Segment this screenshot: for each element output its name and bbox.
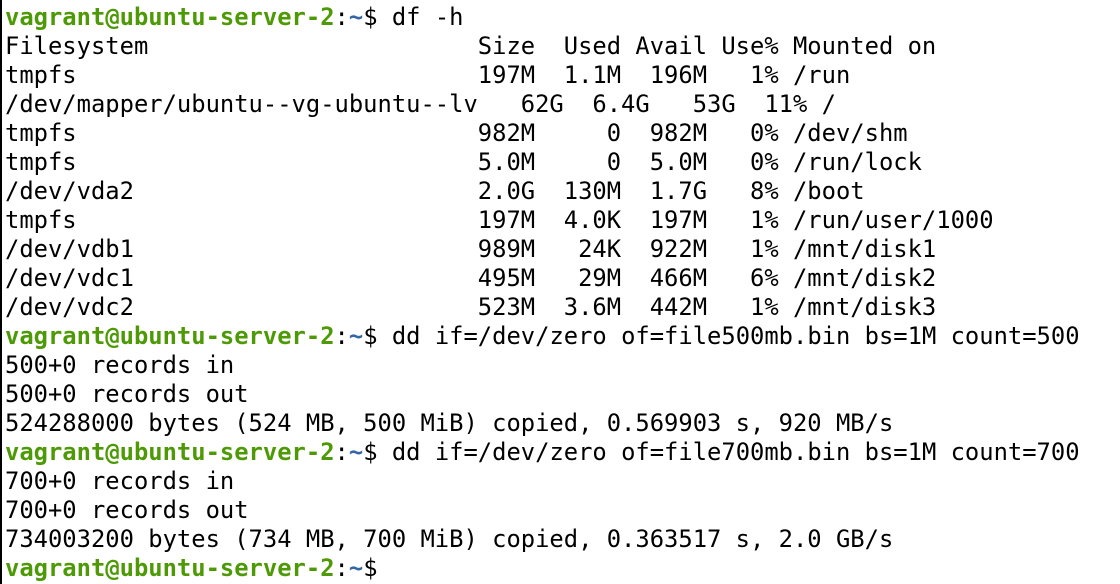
df-row: /dev/vda2 2.0G 130M 1.7G 8% /boot	[5, 177, 865, 205]
output-line: 734003200 bytes (734 MB, 700 MiB) copied…	[5, 525, 894, 553]
command-text: dd if=/dev/zero of=file500mb.bin bs=1M c…	[391, 322, 1080, 350]
prompt-separator: :	[334, 554, 349, 582]
cursor[interactable]	[392, 556, 406, 580]
prompt-path: ~	[348, 438, 364, 466]
prompt-line: vagrant@ubuntu-server-2:~$ df -h	[5, 3, 1080, 32]
prompt-dollar: $	[363, 554, 392, 582]
df-row: /dev/mapper/ubuntu--vg-ubuntu--lv 62G 6.…	[5, 90, 836, 118]
prompt-line: vagrant@ubuntu-server-2:~$ dd if=/dev/ze…	[5, 322, 1080, 351]
prompt-path: ~	[348, 554, 364, 582]
prompt-dollar: $	[363, 438, 392, 466]
output-line: 524288000 bytes (524 MB, 500 MiB) copied…	[5, 409, 894, 437]
df-row: /dev/vdb1 989M 24K 922M 1% /mnt/disk1	[5, 235, 937, 263]
command-text: dd if=/dev/zero of=file700mb.bin bs=1M c…	[391, 438, 1080, 466]
prompt-separator: :	[334, 322, 349, 350]
prompt-user-host: vagrant@ubuntu-server-2	[5, 3, 335, 31]
prompt-separator: :	[334, 438, 349, 466]
output-line: 500+0 records out	[5, 380, 249, 408]
output-line: 700+0 records out	[5, 496, 249, 524]
prompt-dollar: $	[363, 3, 392, 31]
df-row: tmpfs 197M 1.1M 196M 1% /run	[5, 61, 851, 89]
prompt-path: ~	[348, 3, 364, 31]
prompt-dollar: $	[363, 322, 392, 350]
terminal-window[interactable]: vagrant@ubuntu-server-2:~$ df -h Filesys…	[0, 0, 1120, 584]
prompt-path: ~	[348, 322, 364, 350]
prompt-user-host: vagrant@ubuntu-server-2	[5, 322, 335, 350]
prompt-separator: :	[334, 3, 349, 31]
prompt-user-host: vagrant@ubuntu-server-2	[5, 554, 335, 582]
df-row: tmpfs 5.0M 0 5.0M 0% /run/lock	[5, 148, 922, 176]
output-line: 700+0 records in	[5, 467, 235, 495]
df-row: tmpfs 982M 0 982M 0% /dev/shm	[5, 119, 908, 147]
prompt-user-host: vagrant@ubuntu-server-2	[5, 438, 335, 466]
output-line: 500+0 records in	[5, 351, 235, 379]
terminal-screen[interactable]: vagrant@ubuntu-server-2:~$ df -h Filesys…	[5, 3, 1080, 583]
df-row: /dev/vdc2 523M 3.6M 442M 1% /mnt/disk3	[5, 293, 937, 321]
df-row: tmpfs 197M 4.0K 197M 1% /run/user/1000	[5, 206, 994, 234]
current-prompt-line[interactable]: vagrant@ubuntu-server-2:~$	[5, 554, 1080, 583]
df-header: Filesystem Size Used Avail Use% Mounted …	[5, 32, 937, 60]
command-text: df -h	[391, 3, 464, 31]
prompt-line: vagrant@ubuntu-server-2:~$ dd if=/dev/ze…	[5, 438, 1080, 467]
df-row: /dev/vdc1 495M 29M 466M 6% /mnt/disk2	[5, 264, 937, 292]
